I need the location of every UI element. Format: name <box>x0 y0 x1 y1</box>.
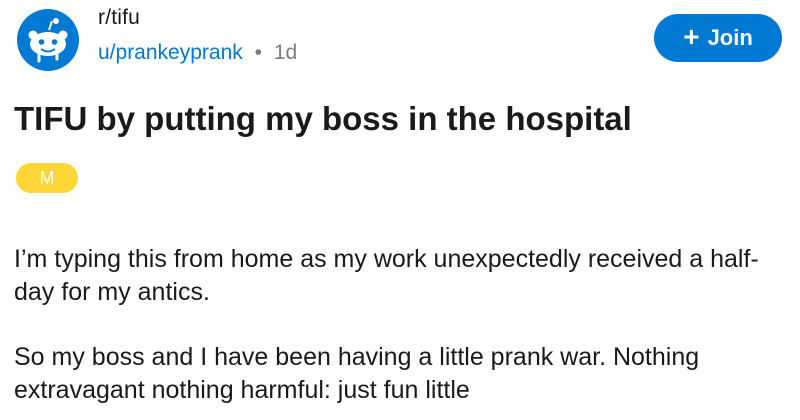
post-body-paragraph: So my boss and I have been having a litt… <box>14 343 700 404</box>
join-button[interactable]: + Join <box>654 14 782 62</box>
subreddit-name[interactable]: r/tifu <box>98 6 140 30</box>
join-button-label: Join <box>707 25 753 50</box>
post-age: 1d <box>273 41 298 64</box>
author-link[interactable]: u/prankeyprank <box>98 41 243 64</box>
post-header: r/tifu u/prankeyprank • 1d + Join <box>0 0 800 78</box>
subreddit-avatar-icon[interactable] <box>16 8 80 72</box>
post-flair[interactable]: M <box>16 163 78 193</box>
post-title[interactable]: TIFU by putting my boss in the hospital <box>14 100 632 138</box>
plus-icon: + <box>683 21 700 52</box>
post-page: r/tifu u/prankeyprank • 1d + Join TIFU b… <box>0 0 800 420</box>
post-meta: u/prankeyprank • 1d <box>98 41 297 65</box>
post-body-paragraph: I’m typing this from home as my work une… <box>14 245 759 306</box>
meta-separator: • <box>254 41 262 64</box>
